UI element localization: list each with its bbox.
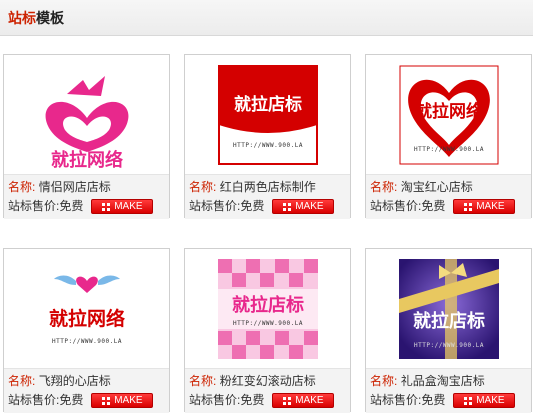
svg-text:就拉店标: 就拉店标 <box>232 294 304 316</box>
template-info: 名称: 淘宝红心店标 站标售价: 免费 MAKE <box>366 175 531 219</box>
svg-text:HTTP://WWW.900.LA: HTTP://WWW.900.LA <box>233 142 303 149</box>
template-price: 免费 <box>240 199 265 213</box>
template-thumbnail[interactable]: 就拉店标 HTTP://WWW.900.LA <box>185 249 350 369</box>
svg-text:就拉店标: 就拉店标 <box>234 94 302 115</box>
gift-box-logo-icon: 就拉店标 HTTP://WWW.900.LA <box>398 258 499 359</box>
template-thumbnail[interactable]: 就拉网络 HTTP://WWW.900.LA <box>366 55 531 175</box>
template-name: 红白两色店标制作 <box>219 180 316 194</box>
grid-icon <box>283 396 292 405</box>
grid-icon <box>464 396 473 405</box>
make-button[interactable]: MAKE <box>272 393 335 408</box>
header-title: 模板 <box>36 10 64 26</box>
template-name: 淘宝红心店标 <box>400 180 473 194</box>
template-info: 名称: 情侣网店店标 站标售价: 免费 MAKE <box>4 175 169 219</box>
winged-heart-logo-icon: 就拉网络 HTTP://WWW.900.LA <box>48 275 125 345</box>
template-card: 就拉店标 HTTP://WWW.900.LA 名称: 粉红变幻滚动店标 站标售价… <box>184 248 351 413</box>
template-name: 飞翔的心店标 <box>38 374 111 388</box>
svg-text:就拉网络: 就拉网络 <box>51 149 123 170</box>
template-price: 免费 <box>59 393 84 407</box>
template-name: 粉红变幻滚动店标 <box>219 374 316 388</box>
template-card: 就拉网络 名称: 情侣网店店标 站标售价: 免费 MAKE <box>3 54 170 219</box>
template-card: 就拉店标 HTTP://WWW.900.LA 名称: 红白两色店标制作 站标售价… <box>184 54 351 219</box>
svg-text:HTTP://WWW.900.LA: HTTP://WWW.900.LA <box>414 146 484 153</box>
grid-icon <box>102 202 111 211</box>
make-button[interactable]: MAKE <box>272 199 335 214</box>
header-highlight: 站标 <box>8 10 36 26</box>
template-card: 就拉网络 HTTP://WWW.900.LA 名称: 飞翔的心店标 站标售价: … <box>3 248 170 413</box>
template-name: 情侣网店店标 <box>38 180 111 194</box>
template-card: 就拉网络 HTTP://WWW.900.LA 名称: 淘宝红心店标 站标售价: … <box>365 54 532 219</box>
heart-logo-icon: 就拉网络 <box>45 75 128 170</box>
svg-text:就拉店标: 就拉店标 <box>413 310 485 332</box>
svg-text:HTTP://WWW.900.LA: HTTP://WWW.900.LA <box>414 342 484 349</box>
template-info: 名称: 飞翔的心店标 站标售价: 免费 MAKE <box>4 369 169 413</box>
template-info: 名称: 礼品盒淘宝店标 站标售价: 免费 MAKE <box>366 369 531 413</box>
make-button[interactable]: MAKE <box>453 199 516 214</box>
make-button[interactable]: MAKE <box>91 199 154 214</box>
svg-text:HTTP://WWW.900.LA: HTTP://WWW.900.LA <box>233 320 303 327</box>
section-header: 站标模板 <box>0 0 533 36</box>
template-grid: 就拉网络 名称: 情侣网店店标 站标售价: 免费 MAKE 就拉店标 HTTP:… <box>0 36 533 418</box>
make-button[interactable]: MAKE <box>91 393 154 408</box>
red-white-logo-icon: 就拉店标 HTTP://WWW.900.LA <box>217 64 318 165</box>
template-price: 免费 <box>421 199 446 213</box>
template-info: 名称: 粉红变幻滚动店标 站标售价: 免费 MAKE <box>185 369 350 413</box>
template-card: 就拉店标 HTTP://WWW.900.LA 名称: 礼品盒淘宝店标 站标售价:… <box>365 248 532 413</box>
template-price: 免费 <box>59 199 84 213</box>
grid-icon <box>102 396 111 405</box>
grid-icon <box>283 202 292 211</box>
template-thumbnail[interactable]: 就拉网络 HTTP://WWW.900.LA <box>4 249 169 369</box>
template-price: 免费 <box>240 393 265 407</box>
template-price: 免费 <box>421 393 446 407</box>
grid-icon <box>464 202 473 211</box>
template-thumbnail[interactable]: 就拉店标 HTTP://WWW.900.LA <box>366 249 531 369</box>
red-heart-logo-icon: 就拉网络 HTTP://WWW.900.LA <box>399 65 498 164</box>
svg-text:就拉网络: 就拉网络 <box>48 307 124 330</box>
template-name: 礼品盒淘宝店标 <box>400 374 485 388</box>
pink-checker-logo-icon: 就拉店标 HTTP://WWW.900.LA <box>217 258 318 359</box>
template-info: 名称: 红白两色店标制作 站标售价: 免费 MAKE <box>185 175 350 219</box>
template-thumbnail[interactable]: 就拉网络 <box>4 55 169 175</box>
make-button[interactable]: MAKE <box>453 393 516 408</box>
template-thumbnail[interactable]: 就拉店标 HTTP://WWW.900.LA <box>185 55 350 175</box>
svg-text:就拉网络: 就拉网络 <box>415 101 483 122</box>
svg-text:HTTP://WWW.900.LA: HTTP://WWW.900.LA <box>52 338 122 345</box>
